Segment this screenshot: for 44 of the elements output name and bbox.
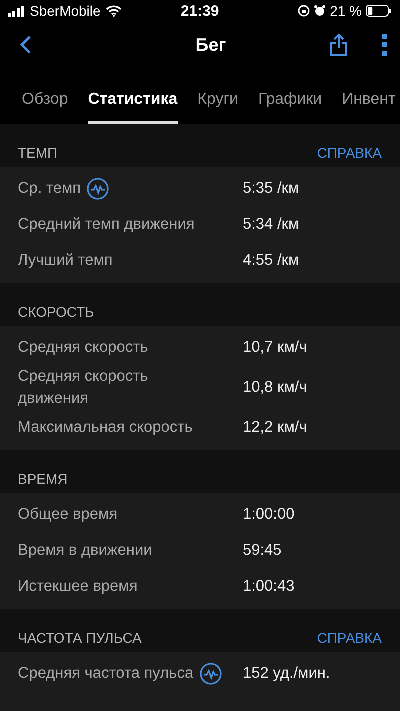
tab[interactable]: Круги [198, 68, 238, 124]
screen-title: Бег [194, 34, 228, 56]
section-title: СКОРОСТЬ [18, 304, 94, 320]
back-button[interactable] [20, 35, 32, 55]
stat-value: 5:35 /км [243, 180, 300, 198]
stat-label: Максимальная скорость [18, 418, 193, 438]
stat-label: Средний темп движения [18, 215, 195, 235]
stat-value: 4:55 /км [243, 252, 300, 270]
stat-value: 10,7 км/ч [243, 339, 308, 357]
carrier-name: SberMobile [30, 3, 101, 19]
help-link[interactable]: СПРАВКА [317, 630, 382, 646]
stat-label: Средняя скорость [18, 338, 148, 358]
stat-value: 152 уд./мин. [243, 665, 330, 683]
stat-value: 10,8 км/ч [243, 379, 308, 397]
wifi-icon [106, 5, 122, 17]
section-title: ТЕМП [18, 145, 58, 161]
stat-value: 1:00:43 [243, 578, 295, 596]
stat-label: Средняя скорость движения [18, 367, 150, 409]
clock-time: 21:39 [180, 2, 220, 20]
stat-label: Истекшее время [18, 577, 138, 597]
battery-icon [366, 5, 392, 17]
stat-label: Ср. темп [18, 179, 82, 199]
more-button[interactable] [382, 34, 388, 56]
chart-icon[interactable] [87, 178, 110, 200]
tab[interactable]: Обзор [22, 68, 68, 124]
rotation-lock-icon [298, 5, 310, 17]
help-link[interactable]: СПРАВКА [317, 145, 382, 161]
stat-value: 1:00:00 [243, 506, 295, 524]
stat-label: Общее время [18, 505, 118, 525]
signal-icon [8, 6, 25, 16]
stat-label: Лучший темп [18, 251, 113, 271]
share-button[interactable] [330, 33, 348, 57]
battery-percent: 21 % [330, 3, 362, 19]
stat-label: Время в движении [18, 541, 152, 561]
tab[interactable]: Графики [258, 68, 322, 124]
stat-value: 5:34 /км [243, 216, 300, 234]
stat-label: Средняя частота пульса [18, 664, 194, 684]
chart-icon[interactable] [200, 663, 222, 685]
stat-value: 12,2 км/ч [243, 419, 308, 437]
stat-value: 59:45 [243, 542, 282, 560]
tab[interactable]: Инвент [342, 68, 396, 124]
section-title: ЧАСТОТА ПУЛЬСА [18, 630, 142, 646]
alarm-icon [314, 5, 326, 17]
section-title: ВРЕМЯ [18, 471, 68, 487]
